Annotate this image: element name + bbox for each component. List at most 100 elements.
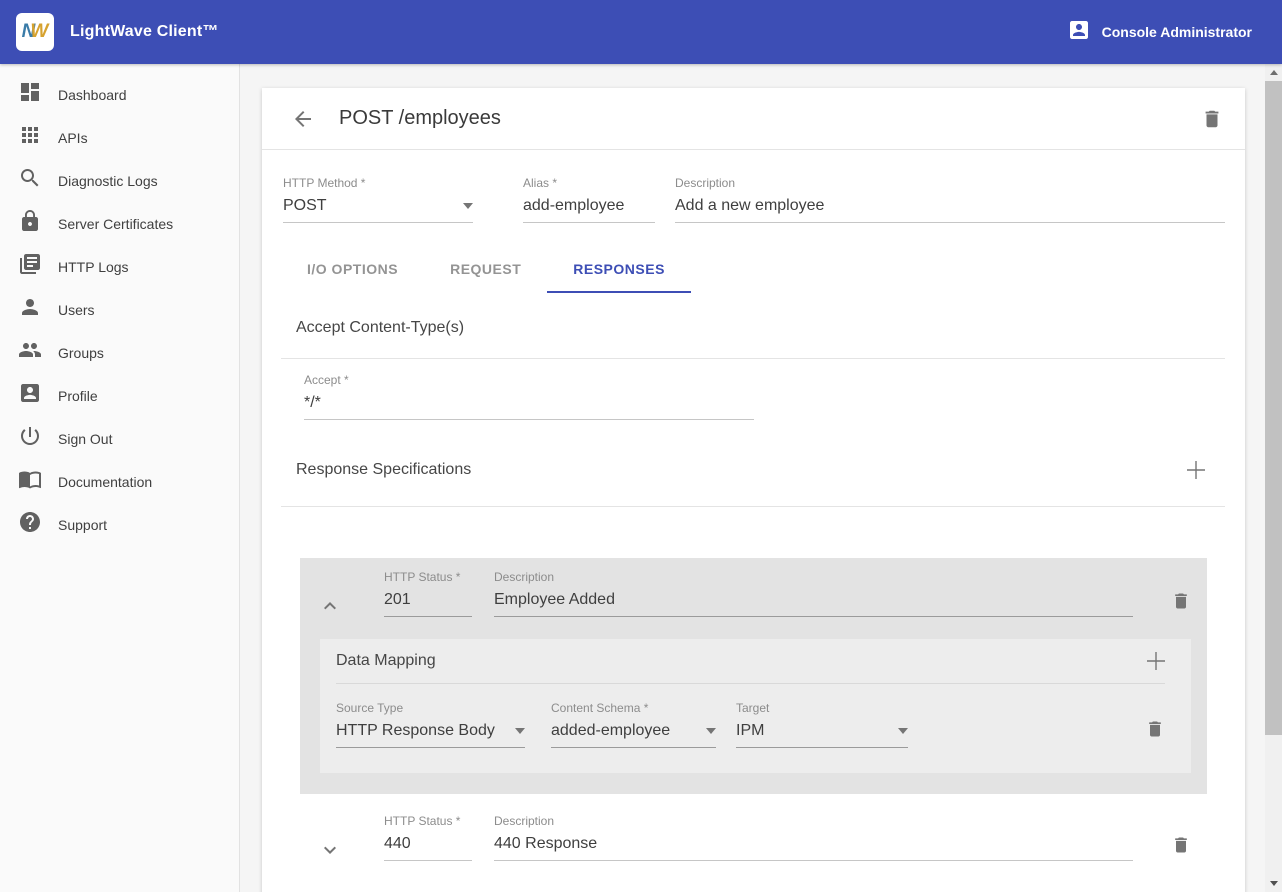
alias-input[interactable]: Alias * add-employee <box>523 176 655 223</box>
dropdown-caret-icon <box>706 728 716 734</box>
dashboard-icon <box>18 80 42 109</box>
sidebar-item-label: Diagnostic Logs <box>58 173 158 189</box>
sidebar-item-http-logs[interactable]: HTTP Logs <box>0 245 239 288</box>
content-schema-label: Content Schema * <box>551 701 716 715</box>
endpoint-tabs: I/O OPTIONS REQUEST RESPONSES <box>281 245 1245 293</box>
http-method-value: POST <box>283 197 327 215</box>
target-label: Target <box>736 701 908 715</box>
dropdown-caret-icon <box>515 728 525 734</box>
power-icon <box>18 424 42 453</box>
sidebar-item-profile[interactable]: Profile <box>0 374 239 417</box>
back-arrow-icon[interactable] <box>291 107 315 131</box>
sidebar-item-dashboard[interactable]: Dashboard <box>0 73 239 116</box>
http-method-label: HTTP Method * <box>283 176 473 190</box>
sidebar-item-label: Documentation <box>58 474 152 490</box>
http-method-select[interactable]: HTTP Method * POST <box>283 176 473 223</box>
app-bar: N W LightWave Client™ Console Administra… <box>0 0 1282 64</box>
http-status-input[interactable]: HTTP Status * 440 <box>384 814 472 861</box>
target-select[interactable]: Target IPM <box>736 701 908 748</box>
http-status-input[interactable]: HTTP Status * 201 <box>384 570 472 617</box>
accept-value: */* <box>304 394 321 412</box>
sidebar-item-label: Server Certificates <box>58 216 173 232</box>
scroll-up-arrow[interactable] <box>1265 64 1282 81</box>
app-title: LightWave Client™ <box>70 23 219 41</box>
source-type-label: Source Type <box>336 701 525 715</box>
divider <box>336 683 1165 684</box>
sidebar-item-label: Support <box>58 517 107 533</box>
sidebar-item-sign-out[interactable]: Sign Out <box>0 417 239 460</box>
data-mapping-row: Source Type HTTP Response Body Content S… <box>336 701 1165 748</box>
page-title: POST /employees <box>339 107 501 130</box>
expand-chevron-down-icon[interactable] <box>318 838 342 862</box>
sidebar-item-apis[interactable]: APIs <box>0 116 239 159</box>
accept-label: Accept * <box>304 373 754 387</box>
user-menu[interactable]: Console Administrator <box>1067 18 1252 47</box>
sidebar-item-label: Groups <box>58 345 104 361</box>
http-status-label: HTTP Status * <box>384 570 472 584</box>
response-description-value: 440 Response <box>494 835 597 853</box>
sidebar-item-label: APIs <box>58 130 88 146</box>
endpoint-card: POST /employees HTTP Method * POST Alias… <box>262 88 1245 892</box>
delete-data-mapping-icon[interactable] <box>1145 719 1165 739</box>
sidebar-item-support[interactable]: Support <box>0 503 239 546</box>
sidebar-item-server-certificates[interactable]: Server Certificates <box>0 202 239 245</box>
sidebar-item-label: Users <box>58 302 95 318</box>
response-spec-row-440: HTTP Status * 440 Description 440 Respon… <box>300 814 1207 862</box>
response-description-input[interactable]: Description 440 Response <box>494 814 1133 861</box>
endpoint-header: POST /employees <box>262 88 1245 150</box>
sidebar-item-diagnostic-logs[interactable]: Diagnostic Logs <box>0 159 239 202</box>
sidebar: Dashboard APIs Diagnostic Logs Server Ce… <box>0 64 240 892</box>
sidebar-item-label: HTTP Logs <box>58 259 129 275</box>
people-icon <box>18 338 42 367</box>
sidebar-item-users[interactable]: Users <box>0 288 239 331</box>
description-input[interactable]: Description Add a new employee <box>675 176 1225 223</box>
person-icon <box>18 295 42 324</box>
data-mapping-header: Data Mapping <box>336 652 1165 670</box>
open-book-icon <box>18 467 42 496</box>
content-schema-value: added-employee <box>551 722 670 740</box>
tab-responses[interactable]: RESPONSES <box>547 245 691 293</box>
apps-grid-icon <box>18 123 42 152</box>
scroll-down-arrow[interactable] <box>1265 875 1282 892</box>
user-name: Console Administrator <box>1102 24 1252 40</box>
response-description-label: Description <box>494 570 1133 584</box>
response-description-label: Description <box>494 814 1133 828</box>
target-value: IPM <box>736 722 764 740</box>
tab-request[interactable]: REQUEST <box>424 245 547 293</box>
description-label: Description <box>675 176 1225 190</box>
accept-content-types-heading: Accept Content-Type(s) <box>296 319 1225 337</box>
collapse-chevron-up-icon[interactable] <box>318 594 342 618</box>
alias-label: Alias * <box>523 176 655 190</box>
sidebar-item-label: Profile <box>58 388 98 404</box>
add-response-spec-icon[interactable] <box>1187 461 1205 479</box>
sidebar-item-documentation[interactable]: Documentation <box>0 460 239 503</box>
description-value: Add a new employee <box>675 197 824 215</box>
sidebar-item-groups[interactable]: Groups <box>0 331 239 374</box>
account-box-icon <box>1067 18 1091 47</box>
response-description-input[interactable]: Description Employee Added <box>494 570 1133 617</box>
sidebar-item-label: Dashboard <box>58 87 127 103</box>
source-type-value: HTTP Response Body <box>336 722 495 740</box>
dropdown-caret-icon <box>463 203 473 209</box>
source-type-select[interactable]: Source Type HTTP Response Body <box>336 701 525 748</box>
response-specifications-heading: Response Specifications <box>296 461 471 479</box>
content-schema-select[interactable]: Content Schema * added-employee <box>551 701 716 748</box>
divider <box>281 506 1225 507</box>
delete-response-spec-icon[interactable] <box>1171 835 1191 855</box>
help-icon <box>18 510 42 539</box>
divider <box>281 358 1225 359</box>
delete-response-spec-icon[interactable] <box>1171 591 1191 611</box>
response-spec-card-201: HTTP Status * 201 Description Employee A… <box>300 558 1207 794</box>
delete-endpoint-icon[interactable] <box>1201 108 1223 130</box>
sidebar-item-label: Sign Out <box>58 431 112 447</box>
main-content: POST /employees HTTP Method * POST Alias… <box>240 64 1265 892</box>
scrollbar-thumb[interactable] <box>1265 81 1282 735</box>
vertical-scrollbar[interactable] <box>1265 64 1282 892</box>
http-status-value: 201 <box>384 591 411 609</box>
data-mapping-panel: Data Mapping Source Type HTTP Response B… <box>320 639 1191 773</box>
tab-io-options[interactable]: I/O OPTIONS <box>281 245 424 293</box>
accept-input[interactable]: Accept * */* <box>304 373 754 420</box>
dropdown-caret-icon <box>898 728 908 734</box>
add-data-mapping-icon[interactable] <box>1147 652 1165 670</box>
endpoint-form-row: HTTP Method * POST Alias * add-employee … <box>262 150 1245 223</box>
